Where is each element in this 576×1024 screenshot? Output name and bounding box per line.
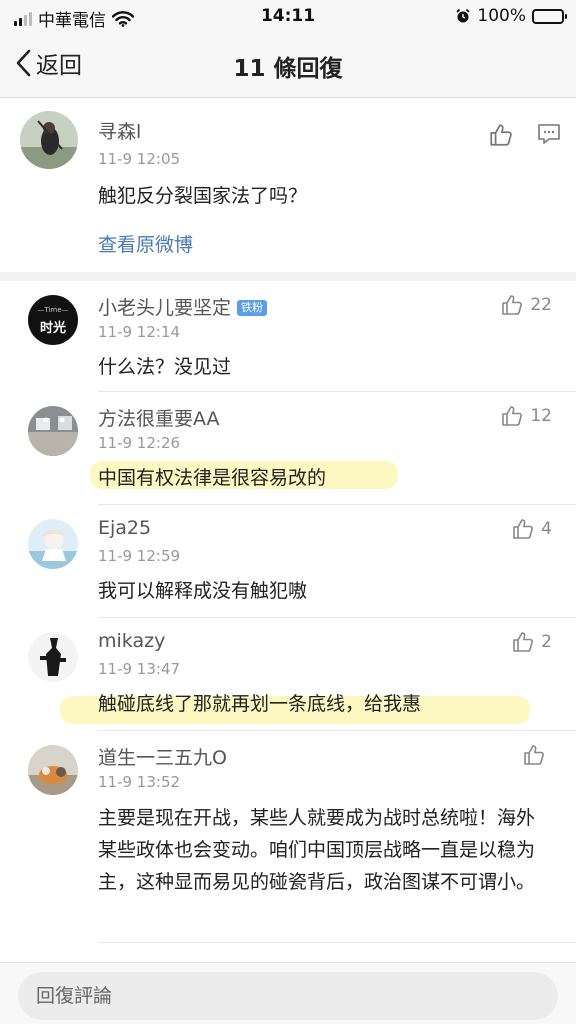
comment-text: 触碰底线了那就再划一条底线，给我惠: [98, 693, 422, 715]
thumbs-up-icon: [502, 295, 523, 315]
comment-text: 我可以解释成没有触犯嗷: [98, 580, 308, 602]
divider: [98, 942, 576, 943]
comment-icon[interactable]: [537, 123, 561, 145]
timestamp: 11-9 12:59: [98, 547, 181, 565]
like-count: 4: [541, 519, 552, 539]
avatar[interactable]: —Time— 时光: [28, 295, 78, 345]
comment-item: 道生一三五九O 11-9 13:52 主要是现在开战，某些人就要成为战时总统啦！…: [0, 731, 576, 943]
comment-item: —Time— 时光 小老头儿要坚定 铁粉 11-9 12:14 什么法？没见过 2…: [0, 281, 576, 392]
thumbs-up-icon[interactable]: [488, 122, 514, 148]
reply-bar: [0, 962, 576, 1024]
username[interactable]: Eja25: [98, 517, 151, 539]
like-button[interactable]: 12: [500, 404, 552, 428]
thumbs-up-icon: [513, 519, 534, 539]
thumbs-up-icon: [513, 632, 534, 652]
timestamp: 11-9 13:52: [98, 773, 181, 791]
timestamp: 11-9 13:47: [98, 660, 181, 678]
username[interactable]: mikazy: [98, 630, 165, 652]
comment-text: 中国有权法律是很容易改的: [98, 467, 327, 489]
avatar[interactable]: [28, 406, 78, 456]
username[interactable]: 道生一三五九O: [98, 743, 227, 770]
avatar[interactable]: [28, 519, 78, 569]
section-separator: [0, 272, 576, 281]
comment-item: 方法很重要AA 11-9 12:26 中国有权法律是很容易改的 12: [0, 392, 576, 505]
avatar[interactable]: [28, 745, 78, 795]
avatar[interactable]: [28, 632, 78, 682]
thumbs-up-icon: [524, 745, 544, 765]
comment-item: Eja25 11-9 12:59 我可以解释成没有触犯嗷 4: [0, 505, 576, 618]
nav-bar: 返回 11 條回復: [0, 32, 576, 98]
like-button[interactable]: [522, 743, 552, 767]
battery-icon: [532, 8, 567, 24]
page-title: 11 條回復: [233, 56, 343, 82]
avatar[interactable]: [20, 111, 78, 169]
timestamp: 11-9 12:14: [98, 323, 181, 341]
thumbs-up-icon: [502, 406, 523, 426]
comment-text: 什么法？没见过: [98, 356, 232, 378]
username[interactable]: 方法很重要AA: [98, 404, 220, 431]
timestamp: 11-9 12:26: [98, 434, 181, 452]
reply-input[interactable]: [18, 972, 558, 1020]
username[interactable]: 小老头儿要坚定 铁粉: [98, 293, 268, 320]
timestamp: 11-9 12:05: [98, 150, 181, 168]
like-count: 22: [530, 295, 552, 315]
battery-percent: 100%: [477, 6, 526, 26]
view-original-link[interactable]: 查看原微博: [98, 230, 193, 257]
like-button[interactable]: 2: [511, 630, 552, 654]
like-button[interactable]: 22: [500, 293, 552, 317]
comment-text: 触犯反分裂国家法了吗？: [98, 185, 308, 207]
like-count: 2: [541, 632, 552, 652]
comment-text: 主要是现在开战，某些人就要成为战时总统啦！海外某些政体也会变动。咱们中国顶层战略…: [98, 807, 536, 893]
comment-item: mikazy 11-9 13:47 触碰底线了那就再划一条底线，给我惠 2: [0, 618, 576, 731]
status-right: 100%: [455, 6, 567, 26]
status-bar: 中華電信 14:11 100%: [0, 0, 576, 32]
username[interactable]: 寻森l: [98, 117, 141, 144]
original-post: 寻森l 11-9 12:05 触犯反分裂国家法了吗？ 查看原微博: [0, 99, 576, 272]
like-count: 12: [530, 406, 552, 426]
like-button[interactable]: 4: [511, 517, 552, 541]
alarm-clock-icon: [456, 8, 471, 23]
fan-badge: 铁粉: [237, 300, 268, 316]
